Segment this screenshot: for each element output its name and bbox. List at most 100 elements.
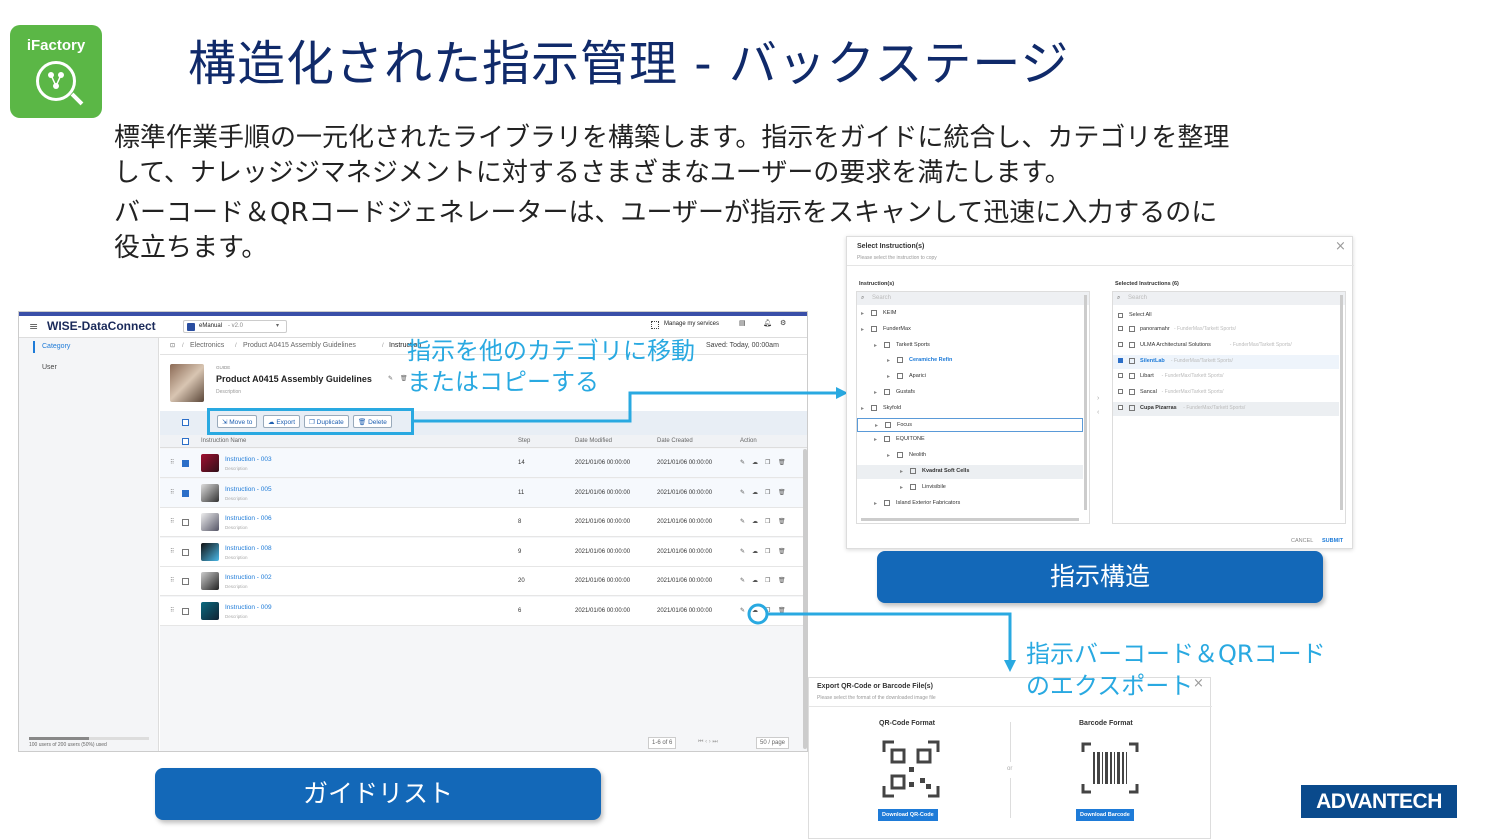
- tree-scrollbar[interactable]: [1084, 295, 1087, 510]
- expand-arrow-icon[interactable]: ▸: [861, 405, 864, 412]
- submit-button[interactable]: SUBMIT: [1322, 538, 1343, 544]
- page-icon: [884, 499, 890, 506]
- tree-node-label: Aparici: [909, 373, 926, 380]
- page-icon: [1129, 405, 1135, 411]
- tree-node[interactable]: ▸ Kvadrat Soft Cells: [857, 465, 1083, 479]
- close-icon[interactable]: ×: [1193, 676, 1204, 691]
- tree-node[interactable]: ▸ Tarkett Sports: [857, 339, 1083, 353]
- barcode-icon: [1081, 742, 1139, 794]
- folder-icon: [871, 310, 877, 316]
- or-divider: or: [1007, 766, 1013, 772]
- item-checkbox[interactable]: [1118, 405, 1123, 410]
- selected-item-path: - FunderMax/Tarkett Sports/: [1229, 341, 1292, 348]
- item-checkbox[interactable]: [1118, 373, 1123, 379]
- selected-item[interactable]: ULMA Architectural Solutions - FunderMax/…: [1113, 339, 1339, 353]
- export-dialog-subtitle: Please select the format of the download…: [817, 695, 936, 701]
- dialog-subtitle: Please select the instruction to copy: [857, 255, 937, 261]
- qr-format-label: QR-Code Format: [879, 720, 935, 727]
- item-checkbox[interactable]: [1118, 389, 1123, 395]
- selected-item-path: - FunderMax/Tarkett Sports/: [1161, 389, 1224, 396]
- selected-item[interactable]: SilentLab - FunderMax/Tarkett Sports/: [1113, 354, 1339, 369]
- tree-node-label: Gustafs: [896, 389, 915, 395]
- selected-item-name: panoramahr: [1140, 326, 1170, 332]
- select-all-label: Select All: [1129, 312, 1152, 318]
- selected-search-placeholder: Search: [1128, 295, 1148, 301]
- download-qr-button[interactable]: Download QR-Code: [878, 809, 938, 821]
- page-icon: [897, 357, 903, 364]
- instruction-tree: ▸ KEIM ▸ FunderMax ▸ Tarkett Sports ▸ Ceramiche…: [857, 307, 1083, 517]
- page-icon: [884, 436, 890, 443]
- expand-arrow-icon[interactable]: ▸: [861, 310, 864, 317]
- export-code-dialog: Export QR-Code or Barcode File(s) Please…: [808, 676, 1212, 839]
- page-icon: [884, 341, 890, 348]
- selected-item-path: - FunderMax/Tarkett Sports/: [1183, 405, 1246, 411]
- move-right-icon[interactable]: ›: [1097, 395, 1099, 402]
- tree-h-scrollbar[interactable]: [861, 518, 1079, 521]
- tree-node-label: Island Exterior Fabricators: [896, 499, 961, 506]
- cancel-button[interactable]: CANCEL: [1291, 538, 1313, 544]
- page-icon: [1129, 341, 1135, 348]
- page-icon: [910, 483, 916, 490]
- select-all-checkbox[interactable]: [1118, 313, 1123, 318]
- tree-node[interactable]: ▸ KEIM: [857, 307, 1083, 321]
- expand-arrow-icon[interactable]: ▸: [875, 422, 878, 429]
- tree-node[interactable]: ▸ EQUITONE: [857, 433, 1083, 447]
- selected-search[interactable]: ⌕ Search: [1113, 292, 1345, 305]
- tree-node[interactable]: ▸ Skyfold: [857, 402, 1083, 416]
- tree-node-label: Focus: [897, 421, 912, 428]
- expand-arrow-icon[interactable]: ▸: [874, 389, 877, 396]
- tree-node[interactable]: ▸ Gustafs: [857, 386, 1083, 400]
- tree-node[interactable]: ▸ Focus: [857, 417, 1083, 432]
- tree-node-label: FunderMax: [883, 325, 911, 332]
- barcode-format-label: Barcode Format: [1079, 720, 1133, 727]
- search-icon: ⌕: [1117, 295, 1121, 301]
- selected-item-name: Libart: [1140, 373, 1154, 380]
- item-checkbox[interactable]: [1118, 357, 1123, 363]
- page-icon: [910, 468, 916, 474]
- selected-item-name: Sancal: [1140, 389, 1157, 396]
- tree-node[interactable]: ▸ FunderMax: [857, 323, 1083, 337]
- expand-arrow-icon[interactable]: ▸: [887, 452, 890, 459]
- item-checkbox[interactable]: [1118, 341, 1123, 347]
- selected-item-name: Cupa Pizarras: [1140, 405, 1177, 411]
- move-left-icon[interactable]: ‹: [1097, 409, 1099, 416]
- page-icon: [1129, 389, 1135, 396]
- selected-scrollbar[interactable]: [1340, 295, 1343, 510]
- selected-item[interactable]: panoramahr - FunderMax/Tarkett Sports/: [1113, 323, 1339, 337]
- expand-arrow-icon[interactable]: ▸: [900, 468, 903, 475]
- page-icon: [884, 389, 890, 395]
- expand-arrow-icon[interactable]: ▸: [874, 436, 877, 443]
- expand-arrow-icon[interactable]: ▸: [874, 500, 877, 507]
- expand-arrow-icon[interactable]: ▸: [887, 373, 890, 380]
- expand-arrow-icon[interactable]: ▸: [887, 357, 890, 364]
- tree-node-label: KEIM: [883, 310, 897, 316]
- selected-item-path: - FunderMax/Tarkett Sports/: [1161, 373, 1224, 380]
- tree-node[interactable]: ▸ Aparici: [857, 370, 1083, 384]
- select-instruction-dialog: Select Instruction(s) Please select the …: [846, 236, 1354, 549]
- tree-search[interactable]: ⌕ Search: [857, 292, 1089, 305]
- dialog-title: Select Instruction(s): [857, 243, 925, 250]
- close-icon[interactable]: ×: [1335, 239, 1346, 254]
- tree-node-label: Neolith: [909, 452, 927, 459]
- download-barcode-button[interactable]: Download Barcode: [1076, 809, 1134, 821]
- selected-item[interactable]: Cupa Pizarras - FunderMax/Tarkett Sports/: [1113, 402, 1339, 416]
- selected-list: panoramahr - FunderMax/Tarkett Sports/ULM…: [1113, 323, 1339, 443]
- expand-arrow-icon[interactable]: ▸: [900, 484, 903, 491]
- tree-node-label: Tarkett Sports: [896, 341, 930, 348]
- tree-search-placeholder: Search: [872, 295, 892, 301]
- tree-node[interactable]: ▸ Linvisibile: [857, 481, 1083, 495]
- callout-barcode-1: 指示バーコード＆QRコード: [1026, 640, 1326, 668]
- tree-node-label: Kvadrat Soft Cells: [922, 468, 970, 474]
- tree-node[interactable]: ▸ Island Exterior Fabricators: [857, 497, 1083, 511]
- tree-node[interactable]: ▸ Neolith: [857, 449, 1083, 463]
- expand-arrow-icon[interactable]: ▸: [861, 326, 864, 333]
- tree-node[interactable]: ▸ Ceramiche Refin: [857, 354, 1083, 368]
- selected-item[interactable]: Sancal - FunderMax/Tarkett Sports/: [1113, 386, 1339, 400]
- selected-item[interactable]: Libart - FunderMax/Tarkett Sports/: [1113, 370, 1339, 384]
- page-icon: [1129, 357, 1135, 364]
- left-panel-header: Instruction(s): [859, 281, 895, 287]
- expand-arrow-icon[interactable]: ▸: [874, 342, 877, 349]
- item-checkbox[interactable]: [1118, 326, 1123, 331]
- instruction-structure-label: 指示構造: [877, 551, 1323, 603]
- folder-icon: [871, 325, 877, 332]
